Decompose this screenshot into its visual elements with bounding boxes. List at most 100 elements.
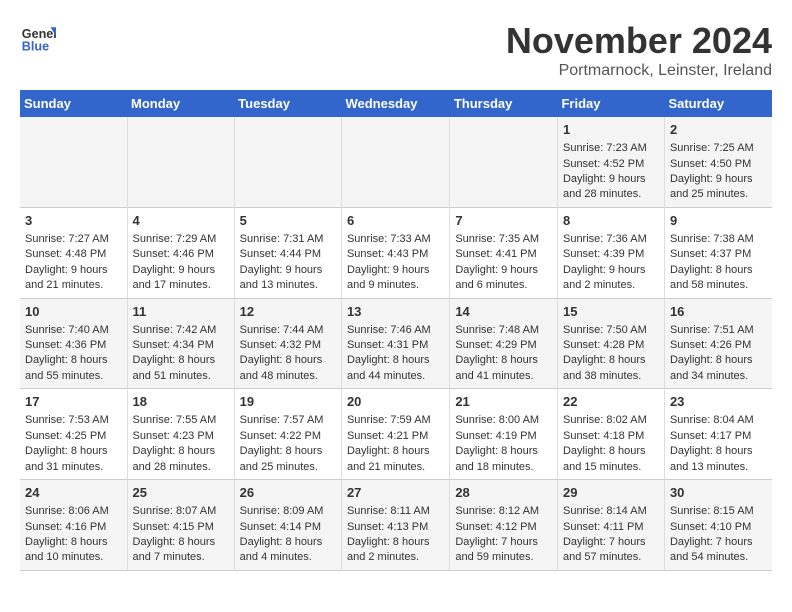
day-info: Sunrise: 7:57 AM Sunset: 4:22 PM Dayligh…	[240, 413, 336, 475]
logo-icon: General Blue	[20, 20, 56, 56]
calendar-table: SundayMondayTuesdayWednesdayThursdayFrid…	[20, 90, 772, 571]
location-title: Portmarnock, Leinster, Ireland	[506, 62, 772, 80]
day-info: Sunrise: 7:42 AM Sunset: 4:34 PM Dayligh…	[133, 323, 229, 385]
day-info: Sunrise: 8:12 AM Sunset: 4:12 PM Dayligh…	[455, 504, 552, 566]
calendar-cell: 17Sunrise: 7:53 AM Sunset: 4:25 PM Dayli…	[20, 389, 127, 480]
week-row-1: 1Sunrise: 7:23 AM Sunset: 4:52 PM Daylig…	[20, 117, 772, 207]
day-number: 21	[455, 393, 552, 411]
calendar-cell: 27 Sunrise: 8:11 AM Sunset: 4:13 PM Dayli…	[341, 480, 449, 571]
day-number: 30	[670, 484, 767, 502]
week-row-5: 24Sunrise: 8:06 AM Sunset: 4:16 PM Dayli…	[20, 480, 772, 571]
calendar-cell: 4 Sunrise: 7:29 AM Sunset: 4:46 PM Daylig…	[127, 207, 234, 298]
calendar-cell: 1Sunrise: 7:23 AM Sunset: 4:52 PM Daylig…	[557, 117, 664, 207]
calendar-cell	[450, 117, 558, 207]
calendar-cell: 18 Sunrise: 7:55 AM Sunset: 4:23 PM Dayli…	[127, 389, 234, 480]
calendar-cell: 14Sunrise: 7:48 AM Sunset: 4:29 PM Dayli…	[450, 298, 558, 389]
day-number: 3	[25, 212, 122, 230]
day-number: 7	[455, 212, 552, 230]
weekday-header-row: SundayMondayTuesdayWednesdayThursdayFrid…	[20, 90, 772, 117]
week-row-3: 10Sunrise: 7:40 AM Sunset: 4:36 PM Dayli…	[20, 298, 772, 389]
day-info: Sunrise: 7:48 AM Sunset: 4:29 PM Dayligh…	[455, 323, 552, 385]
day-info: Sunrise: 7:55 AM Sunset: 4:23 PM Dayligh…	[133, 413, 229, 475]
day-info: Sunrise: 8:04 AM Sunset: 4:17 PM Dayligh…	[670, 413, 767, 475]
day-number: 25	[133, 484, 229, 502]
day-info: Sunrise: 7:29 AM Sunset: 4:46 PM Dayligh…	[133, 232, 229, 294]
day-info: Sunrise: 7:36 AM Sunset: 4:39 PM Dayligh…	[563, 232, 659, 294]
calendar-cell: 23 Sunrise: 8:04 AM Sunset: 4:17 PM Dayli…	[664, 389, 772, 480]
calendar-cell: 12 Sunrise: 7:44 AM Sunset: 4:32 PM Dayli…	[234, 298, 341, 389]
page-header: General Blue November 2024 Portmarnock, …	[20, 20, 772, 80]
calendar-cell: 28 Sunrise: 8:12 AM Sunset: 4:12 PM Dayli…	[450, 480, 558, 571]
day-number: 18	[133, 393, 229, 411]
calendar-cell	[127, 117, 234, 207]
title-section: November 2024 Portmarnock, Leinster, Ire…	[506, 20, 772, 80]
day-info: Sunrise: 8:11 AM Sunset: 4:13 PM Dayligh…	[347, 504, 444, 566]
calendar-cell	[341, 117, 449, 207]
day-number: 6	[347, 212, 444, 230]
calendar-cell: 2 Sunrise: 7:25 AM Sunset: 4:50 PM Daylig…	[664, 117, 772, 207]
calendar-cell: 22 Sunrise: 8:02 AM Sunset: 4:18 PM Dayli…	[557, 389, 664, 480]
calendar-cell: 6 Sunrise: 7:33 AM Sunset: 4:43 PM Daylig…	[341, 207, 449, 298]
calendar-cell: 19 Sunrise: 7:57 AM Sunset: 4:22 PM Dayli…	[234, 389, 341, 480]
day-number: 8	[563, 212, 659, 230]
day-number: 12	[240, 303, 336, 321]
week-row-4: 17Sunrise: 7:53 AM Sunset: 4:25 PM Dayli…	[20, 389, 772, 480]
weekday-header-sunday: Sunday	[20, 90, 127, 117]
day-number: 16	[670, 303, 767, 321]
day-info: Sunrise: 7:38 AM Sunset: 4:37 PM Dayligh…	[670, 232, 767, 294]
day-info: Sunrise: 8:00 AM Sunset: 4:19 PM Dayligh…	[455, 413, 552, 475]
week-row-2: 3 Sunrise: 7:27 AM Sunset: 4:48 PM Daylig…	[20, 207, 772, 298]
calendar-cell: 8 Sunrise: 7:36 AM Sunset: 4:39 PM Daylig…	[557, 207, 664, 298]
calendar-cell: 26Sunrise: 8:09 AM Sunset: 4:14 PM Dayli…	[234, 480, 341, 571]
day-info: Sunrise: 7:23 AM Sunset: 4:52 PM Dayligh…	[563, 141, 659, 203]
weekday-header-thursday: Thursday	[450, 90, 558, 117]
day-number: 11	[133, 303, 229, 321]
month-title: November 2024	[506, 20, 772, 62]
day-number: 19	[240, 393, 336, 411]
svg-text:Blue: Blue	[22, 40, 49, 54]
calendar-cell: 5 Sunrise: 7:31 AM Sunset: 4:44 PM Daylig…	[234, 207, 341, 298]
day-info: Sunrise: 7:25 AM Sunset: 4:50 PM Dayligh…	[670, 141, 767, 203]
weekday-header-saturday: Saturday	[664, 90, 772, 117]
calendar-cell: 20 Sunrise: 7:59 AM Sunset: 4:21 PM Dayli…	[341, 389, 449, 480]
calendar-cell: 25 Sunrise: 8:07 AM Sunset: 4:15 PM Dayli…	[127, 480, 234, 571]
day-number: 13	[347, 303, 444, 321]
day-number: 5	[240, 212, 336, 230]
day-info: Sunrise: 7:31 AM Sunset: 4:44 PM Dayligh…	[240, 232, 336, 294]
day-number: 9	[670, 212, 767, 230]
day-info: Sunrise: 7:50 AM Sunset: 4:28 PM Dayligh…	[563, 323, 659, 385]
calendar-cell: 30Sunrise: 8:15 AM Sunset: 4:10 PM Dayli…	[664, 480, 772, 571]
calendar-cell: 15 Sunrise: 7:50 AM Sunset: 4:28 PM Dayli…	[557, 298, 664, 389]
calendar-cell: 9 Sunrise: 7:38 AM Sunset: 4:37 PM Daylig…	[664, 207, 772, 298]
calendar-cell: 13 Sunrise: 7:46 AM Sunset: 4:31 PM Dayli…	[341, 298, 449, 389]
day-number: 15	[563, 303, 659, 321]
day-info: Sunrise: 7:44 AM Sunset: 4:32 PM Dayligh…	[240, 323, 336, 385]
day-info: Sunrise: 8:02 AM Sunset: 4:18 PM Dayligh…	[563, 413, 659, 475]
day-number: 26	[240, 484, 336, 502]
calendar-cell: 7 Sunrise: 7:35 AM Sunset: 4:41 PM Daylig…	[450, 207, 558, 298]
day-info: Sunrise: 7:59 AM Sunset: 4:21 PM Dayligh…	[347, 413, 444, 475]
day-info: Sunrise: 7:46 AM Sunset: 4:31 PM Dayligh…	[347, 323, 444, 385]
day-number: 2	[670, 121, 767, 139]
calendar-cell: 3 Sunrise: 7:27 AM Sunset: 4:48 PM Daylig…	[20, 207, 127, 298]
day-number: 22	[563, 393, 659, 411]
day-info: Sunrise: 8:07 AM Sunset: 4:15 PM Dayligh…	[133, 504, 229, 566]
calendar-cell	[20, 117, 127, 207]
weekday-header-wednesday: Wednesday	[341, 90, 449, 117]
day-number: 23	[670, 393, 767, 411]
weekday-header-monday: Monday	[127, 90, 234, 117]
day-info: Sunrise: 7:35 AM Sunset: 4:41 PM Dayligh…	[455, 232, 552, 294]
day-number: 29	[563, 484, 659, 502]
day-number: 20	[347, 393, 444, 411]
logo: General Blue	[20, 20, 56, 56]
day-number: 27	[347, 484, 444, 502]
day-info: Sunrise: 7:33 AM Sunset: 4:43 PM Dayligh…	[347, 232, 444, 294]
day-number: 24	[25, 484, 122, 502]
weekday-header-tuesday: Tuesday	[234, 90, 341, 117]
calendar-cell: 29 Sunrise: 8:14 AM Sunset: 4:11 PM Dayli…	[557, 480, 664, 571]
day-number: 4	[133, 212, 229, 230]
day-info: Sunrise: 8:14 AM Sunset: 4:11 PM Dayligh…	[563, 504, 659, 566]
day-number: 28	[455, 484, 552, 502]
day-info: Sunrise: 7:27 AM Sunset: 4:48 PM Dayligh…	[25, 232, 122, 294]
day-number: 17	[25, 393, 122, 411]
